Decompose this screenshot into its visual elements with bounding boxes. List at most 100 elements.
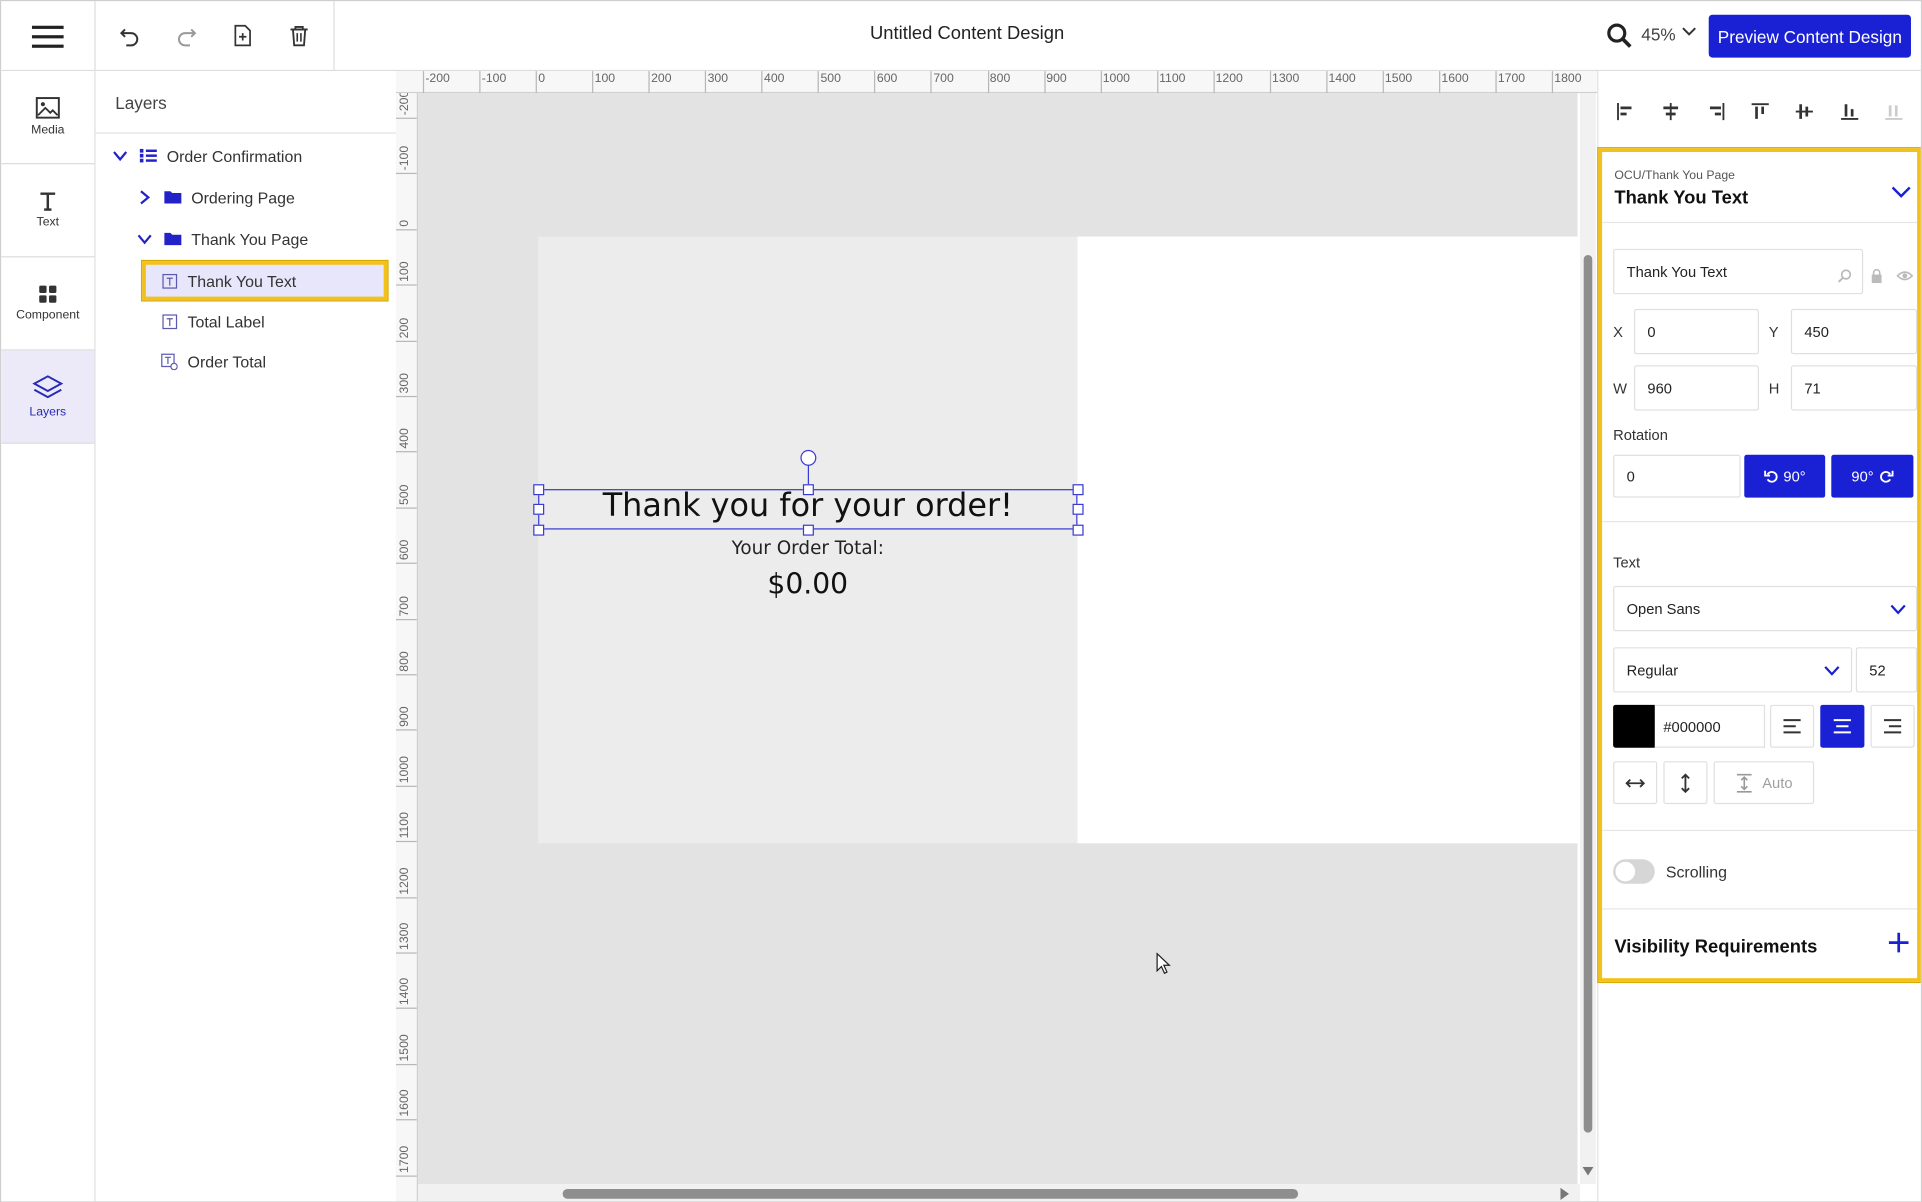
resize-handle-bottom[interactable] [802, 524, 814, 536]
document-title[interactable]: Untitled Content Design [737, 23, 1198, 44]
ruler-tick [395, 117, 417, 119]
rotation-input[interactable]: 0 [1613, 454, 1741, 498]
search-icon[interactable] [1837, 268, 1852, 283]
layer-ordering-page[interactable]: Ordering Page [135, 183, 295, 212]
hamburger-menu-button[interactable] [1, 1, 96, 72]
layer-label: Thank You Text [187, 271, 297, 290]
font-weight-value: Regular [1626, 661, 1679, 679]
preview-button[interactable]: Preview Content Design [1708, 14, 1911, 58]
text-icon [40, 192, 56, 211]
text-box-icon [159, 311, 179, 331]
layer-total-label[interactable]: Total Label [159, 306, 265, 335]
rotate-handle[interactable] [800, 449, 817, 466]
scroll-down-arrow-icon[interactable] [1582, 1166, 1594, 1176]
ruler-tick [422, 71, 425, 94]
width-input[interactable]: 960 [1633, 365, 1759, 411]
chevron-down-icon[interactable] [135, 229, 155, 249]
align-bottom-button[interactable] [1837, 99, 1862, 124]
text-align-right-button[interactable] [1870, 704, 1915, 748]
ruler-tick [535, 71, 538, 94]
chevron-down-icon[interactable] [110, 146, 130, 166]
rail-item-component[interactable]: Component [1, 257, 95, 351]
layer-label: Thank You Page [191, 229, 309, 249]
chevron-right-icon[interactable] [135, 188, 155, 208]
component-name-input[interactable]: Thank You Text [1613, 248, 1864, 295]
height-input[interactable]: 71 [1790, 365, 1918, 411]
chevron-down-icon[interactable] [1682, 25, 1697, 37]
mouse-cursor-icon [1156, 952, 1171, 975]
rotation-label: Rotation [1613, 426, 1668, 444]
text-box-icon [159, 271, 179, 291]
ruler-tick-label: 1700 [1497, 72, 1526, 86]
search-icon[interactable] [1606, 22, 1633, 49]
ruler-tick [395, 173, 417, 175]
align-right-button[interactable] [1704, 99, 1729, 124]
total-label-element[interactable]: Your Order Total: [538, 537, 1077, 559]
ruler-tick [395, 618, 417, 620]
align-center-h-button[interactable] [1658, 99, 1683, 124]
resize-handle-top[interactable] [802, 484, 814, 496]
auto-width-button[interactable] [1613, 761, 1658, 805]
resize-handle-top-right[interactable] [1072, 484, 1084, 496]
x-position-input[interactable]: 0 [1633, 308, 1759, 355]
resize-handle-top-left[interactable] [533, 484, 545, 496]
auto-height-button[interactable] [1663, 761, 1708, 805]
lock-icon[interactable] [1871, 268, 1883, 284]
resize-handle-bottom-left[interactable] [533, 524, 545, 536]
rotate-right-button[interactable]: 90° [1831, 454, 1914, 498]
ruler-tick-label: 1400 [398, 978, 412, 1006]
divider [1602, 221, 1918, 224]
ruler-tick [874, 71, 876, 94]
layer-order-confirmation[interactable]: Order Confirmation [110, 141, 302, 170]
rail-item-layers[interactable]: Layers [1, 350, 95, 444]
ruler-tick [930, 71, 933, 94]
zoom-level[interactable]: 45% [1641, 25, 1675, 45]
horizontal-scrollbar[interactable] [417, 1184, 1581, 1202]
font-family-select[interactable]: Open Sans [1613, 585, 1918, 632]
undo-button[interactable] [116, 22, 143, 49]
ruler-tick-label: 1000 [398, 755, 412, 784]
text-align-left-button[interactable] [1770, 704, 1815, 748]
distribute-icon [1885, 105, 1903, 120]
text-color-hex-input[interactable]: #000000 [1654, 704, 1766, 748]
horizontal-arrows-icon [1625, 778, 1645, 787]
new-page-button[interactable] [229, 22, 256, 49]
add-icon[interactable] [1888, 932, 1910, 954]
eye-icon[interactable] [1896, 268, 1914, 283]
redo-button[interactable] [173, 22, 200, 49]
text-align-center-button[interactable] [1820, 704, 1865, 748]
resize-handle-bottom-right[interactable] [1072, 524, 1084, 536]
scroll-right-arrow-icon[interactable] [1560, 1187, 1569, 1201]
layer-thank-you-page[interactable]: Thank You Page [135, 224, 308, 253]
layer-thank-you-text[interactable]: Thank You Text [159, 266, 296, 295]
ruler-tick [395, 1119, 417, 1121]
rail-item-text[interactable]: Text [1, 164, 95, 258]
layer-order-total[interactable]: Order Total [159, 347, 266, 376]
resize-handle-right[interactable] [1072, 503, 1084, 515]
font-size-input[interactable]: 52 [1855, 647, 1918, 693]
chevron-down-icon[interactable] [1891, 184, 1911, 199]
layers-panel-title: Layers [115, 93, 167, 113]
distribute-button[interactable] [1882, 99, 1907, 124]
horizontal-scroll-thumb[interactable] [562, 1188, 1299, 1199]
y-position-input[interactable]: 450 [1790, 308, 1918, 355]
w-label: W [1613, 379, 1627, 398]
line-height-auto-button[interactable]: Auto [1713, 761, 1815, 805]
font-weight-select[interactable]: Regular [1613, 647, 1853, 693]
scrolling-toggle[interactable] [1613, 859, 1655, 884]
vertical-ruler: -200 -100 0 100 200 300 400 500 600 700 800 900 1000… [395, 93, 418, 1202]
resize-handle-left[interactable] [533, 503, 545, 515]
order-total-element[interactable]: $0.00 [538, 569, 1077, 601]
design-canvas[interactable]: Thank you for your order! Your Order Tot… [417, 93, 1578, 1185]
ruler-tick [395, 1175, 417, 1177]
vertical-scroll-thumb[interactable] [1583, 254, 1593, 1133]
ruler-tick-label: 900 [398, 706, 412, 728]
delete-button[interactable] [286, 22, 313, 49]
align-left-button[interactable] [1613, 99, 1638, 124]
rotate-left-button[interactable]: 90° [1744, 454, 1826, 498]
vertical-scrollbar[interactable] [1580, 93, 1596, 1185]
text-color-swatch[interactable] [1613, 704, 1655, 748]
align-top-button[interactable] [1748, 99, 1773, 124]
align-center-v-button[interactable] [1792, 99, 1817, 124]
rail-item-media[interactable]: Media [1, 71, 95, 165]
